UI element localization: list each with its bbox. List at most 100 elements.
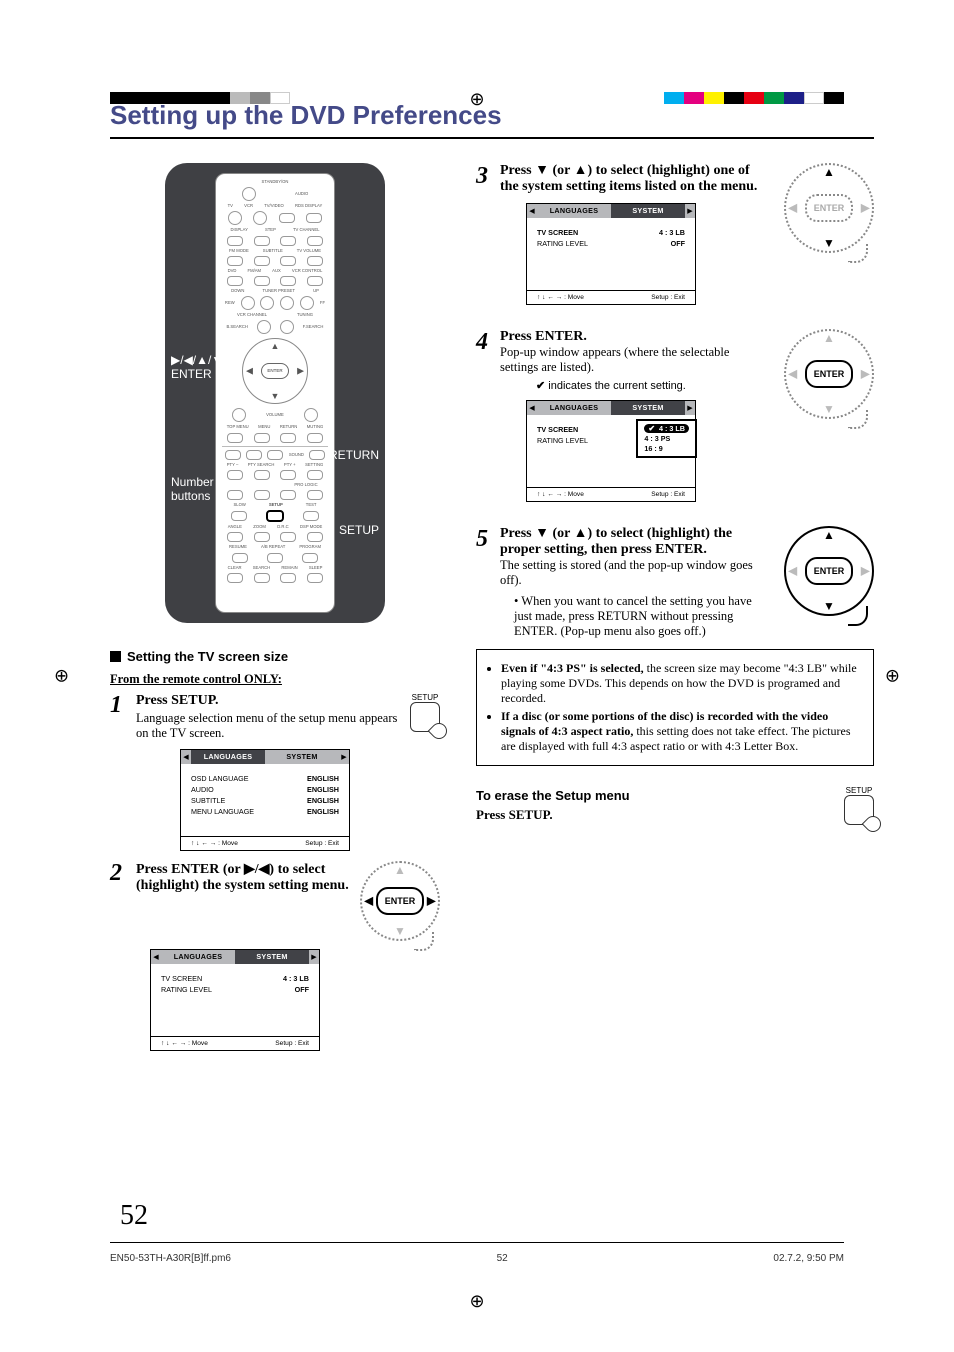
step-number: 2 [110, 861, 128, 941]
setup-button-graphic: SETUP [844, 786, 874, 825]
remote-label: D.R.C [277, 525, 288, 529]
setup-icon-label: SETUP [410, 693, 440, 702]
remote-label: ANGLE [228, 525, 242, 529]
remote-only-note: From the remote control ONLY: [110, 672, 440, 687]
remote-label: PTY + [284, 463, 296, 467]
remote-label: PTY SEARCH [248, 463, 275, 467]
step-lead: Press SETUP. [136, 693, 400, 709]
remote-label: RETURN [280, 425, 297, 429]
document-page: ⊕ ⊕ ⊕ Setting up the DVD Preferences STA… [0, 0, 954, 1352]
osd-tab-languages: LANGUAGES [537, 401, 611, 415]
osd-row: SUBTITLEENGLISH [191, 796, 339, 805]
registration-bar-row: ⊕ [0, 92, 954, 108]
osd-row-value: ENGLISH [307, 807, 339, 816]
title-rule [110, 137, 874, 139]
remote-label: SUBTITLE [263, 249, 283, 253]
osd-row-value: 4 : 3 LB [659, 228, 685, 237]
remote-label: FM MODE [229, 249, 249, 253]
osd-system-highlight: ◀ LANGUAGES SYSTEM ▶ TV SCREEN4 : 3 LBRA… [526, 203, 696, 305]
osd-tab-system: SYSTEM [611, 401, 685, 415]
osd-popup-option: ✔4 : 3 LB [644, 424, 689, 433]
osd-footer-exit: Setup : Exit [305, 840, 339, 847]
osd-tab-languages: LANGUAGES [537, 204, 611, 218]
step-2: 2 Press ENTER (or ▶/◀) to select (highli… [110, 861, 440, 941]
setup-icon [844, 795, 874, 825]
section-heading-text: Setting the TV screen size [127, 649, 288, 664]
setup-icon-label: SETUP [844, 786, 874, 795]
page-footer: EN50-53TH-A30R[B]ff.pm6 52 02.7.2, 9:50 … [110, 1242, 844, 1264]
callout-nav-enter: ▶/◀/▲/▼ ENTER [171, 353, 223, 381]
step-lead: Press ENTER (or ▶/◀) to select (highligh… [136, 861, 352, 941]
two-column-layout: STANDBY/ON AUDIO TV VCR TV/VIDEO RDS DIS… [110, 163, 874, 1061]
osd-row-label: MENU LANGUAGE [191, 807, 254, 816]
step-lead: Press ENTER. [500, 329, 762, 345]
tab-dot-icon: ◀ [181, 750, 191, 764]
registration-mark-bottom-icon: ⊕ [469, 1291, 484, 1312]
bullet-text: When you want to cancel the setting you … [514, 594, 752, 638]
setup-button-graphic: SETUP [410, 693, 440, 732]
remote-label: PRO LOGIC [294, 483, 317, 487]
osd-footer-move: ↑ ↓ ← → : Move [537, 491, 584, 498]
remote-label: TUNING [297, 313, 313, 317]
remote-label: MUTING [307, 425, 324, 429]
tab-dot-icon: ▶ [309, 950, 319, 964]
registration-mark-left-icon: ⊕ [54, 666, 69, 687]
note-item: If a disc (or some portions of the disc)… [501, 709, 863, 754]
osd-row-label: RATING LEVEL [537, 436, 588, 445]
osd-row: RATING LEVEL OFF [161, 985, 309, 994]
dpad-graphic: ▲▼ ◀▶ ENTER [784, 526, 874, 616]
remote-label: UP [313, 289, 319, 293]
caption-text: indicates the current setting. [548, 380, 686, 392]
remote-label: ZOOM [253, 525, 266, 529]
remote-label: CLEAR [228, 566, 242, 570]
tab-dot-icon: ◀ [151, 950, 161, 964]
osd-languages: ◀ LANGUAGES SYSTEM ▶ OSD LANGUAGEENGLISH… [180, 749, 350, 851]
remote-nav-ring: ▲ ▼ ◀ ▶ ENTER [242, 338, 308, 404]
erase-heading: To erase the Setup menu [476, 788, 828, 803]
step-number: 1 [110, 693, 128, 741]
step-3: 3 Press ▼ (or ▲) to select (highlight) o… [476, 163, 874, 315]
osd-row-label: RATING LEVEL [161, 985, 212, 994]
remote-label: TV/VIDEO [264, 204, 284, 208]
step-body: The setting is stored (and the pop-up wi… [500, 558, 762, 588]
osd-row-label: RATING LEVEL [537, 239, 588, 248]
remote-label: DISPLAY [231, 228, 248, 232]
osd-footer-move: ↑ ↓ ← → : Move [161, 1040, 208, 1047]
registration-swatches-left [110, 92, 290, 104]
remote-label: RESUME [229, 545, 247, 549]
osd-popup: ✔4 : 3 LB4 : 3 PS16 : 9 [636, 419, 697, 458]
remote-label: A/B REPEAT [261, 545, 285, 549]
osd-tab-languages: LANGUAGES [161, 950, 235, 964]
step-bullet: • When you want to cancel the setting yo… [514, 594, 762, 639]
remote-label: MENU [258, 425, 270, 429]
osd-row-label: TV SCREEN [537, 228, 578, 237]
remote-label: PTY – [227, 463, 239, 467]
remote-label: VCR CHANNEL [237, 313, 267, 317]
remote-label: SETTING [305, 463, 323, 467]
remote-label: TEST [306, 503, 317, 507]
remote-label: DSP MODE [300, 525, 322, 529]
square-bullet-icon [110, 651, 121, 662]
step-body: Pop-up window appears (where the selecta… [500, 345, 762, 375]
osd-row-value: OFF [295, 985, 309, 994]
remote-label: FM/AM [248, 269, 262, 273]
osd-popup-option-label: 4 : 3 LB [659, 424, 685, 433]
step-4: 4 Press ENTER. Pop-up window appears (wh… [476, 329, 874, 512]
osd-row-label: AUDIO [191, 785, 214, 794]
footer-page: 52 [497, 1253, 508, 1264]
osd-row-label: TV SCREEN [537, 425, 578, 434]
callout-setup: SETUP [339, 523, 379, 537]
osd-row-value: ENGLISH [307, 796, 339, 805]
remote-label: AUX [272, 269, 281, 273]
enter-button-label: ENTER [805, 557, 853, 585]
step-number: 3 [476, 163, 488, 315]
osd-popup-option: 4 : 3 PS [644, 434, 689, 443]
remote-label: REW [225, 301, 235, 305]
left-column: STANDBY/ON AUDIO TV VCR TV/VIDEO RDS DIS… [110, 163, 440, 1061]
osd-row-label: OSD LANGUAGE [191, 774, 249, 783]
osd-popup-option: 16 : 9 [644, 444, 689, 453]
enter-button-label: ENTER [805, 360, 853, 388]
remote-label: SETUP [269, 503, 283, 507]
remote-body: STANDBY/ON AUDIO TV VCR TV/VIDEO RDS DIS… [215, 173, 335, 613]
osd-footer-exit: Setup : Exit [651, 491, 685, 498]
